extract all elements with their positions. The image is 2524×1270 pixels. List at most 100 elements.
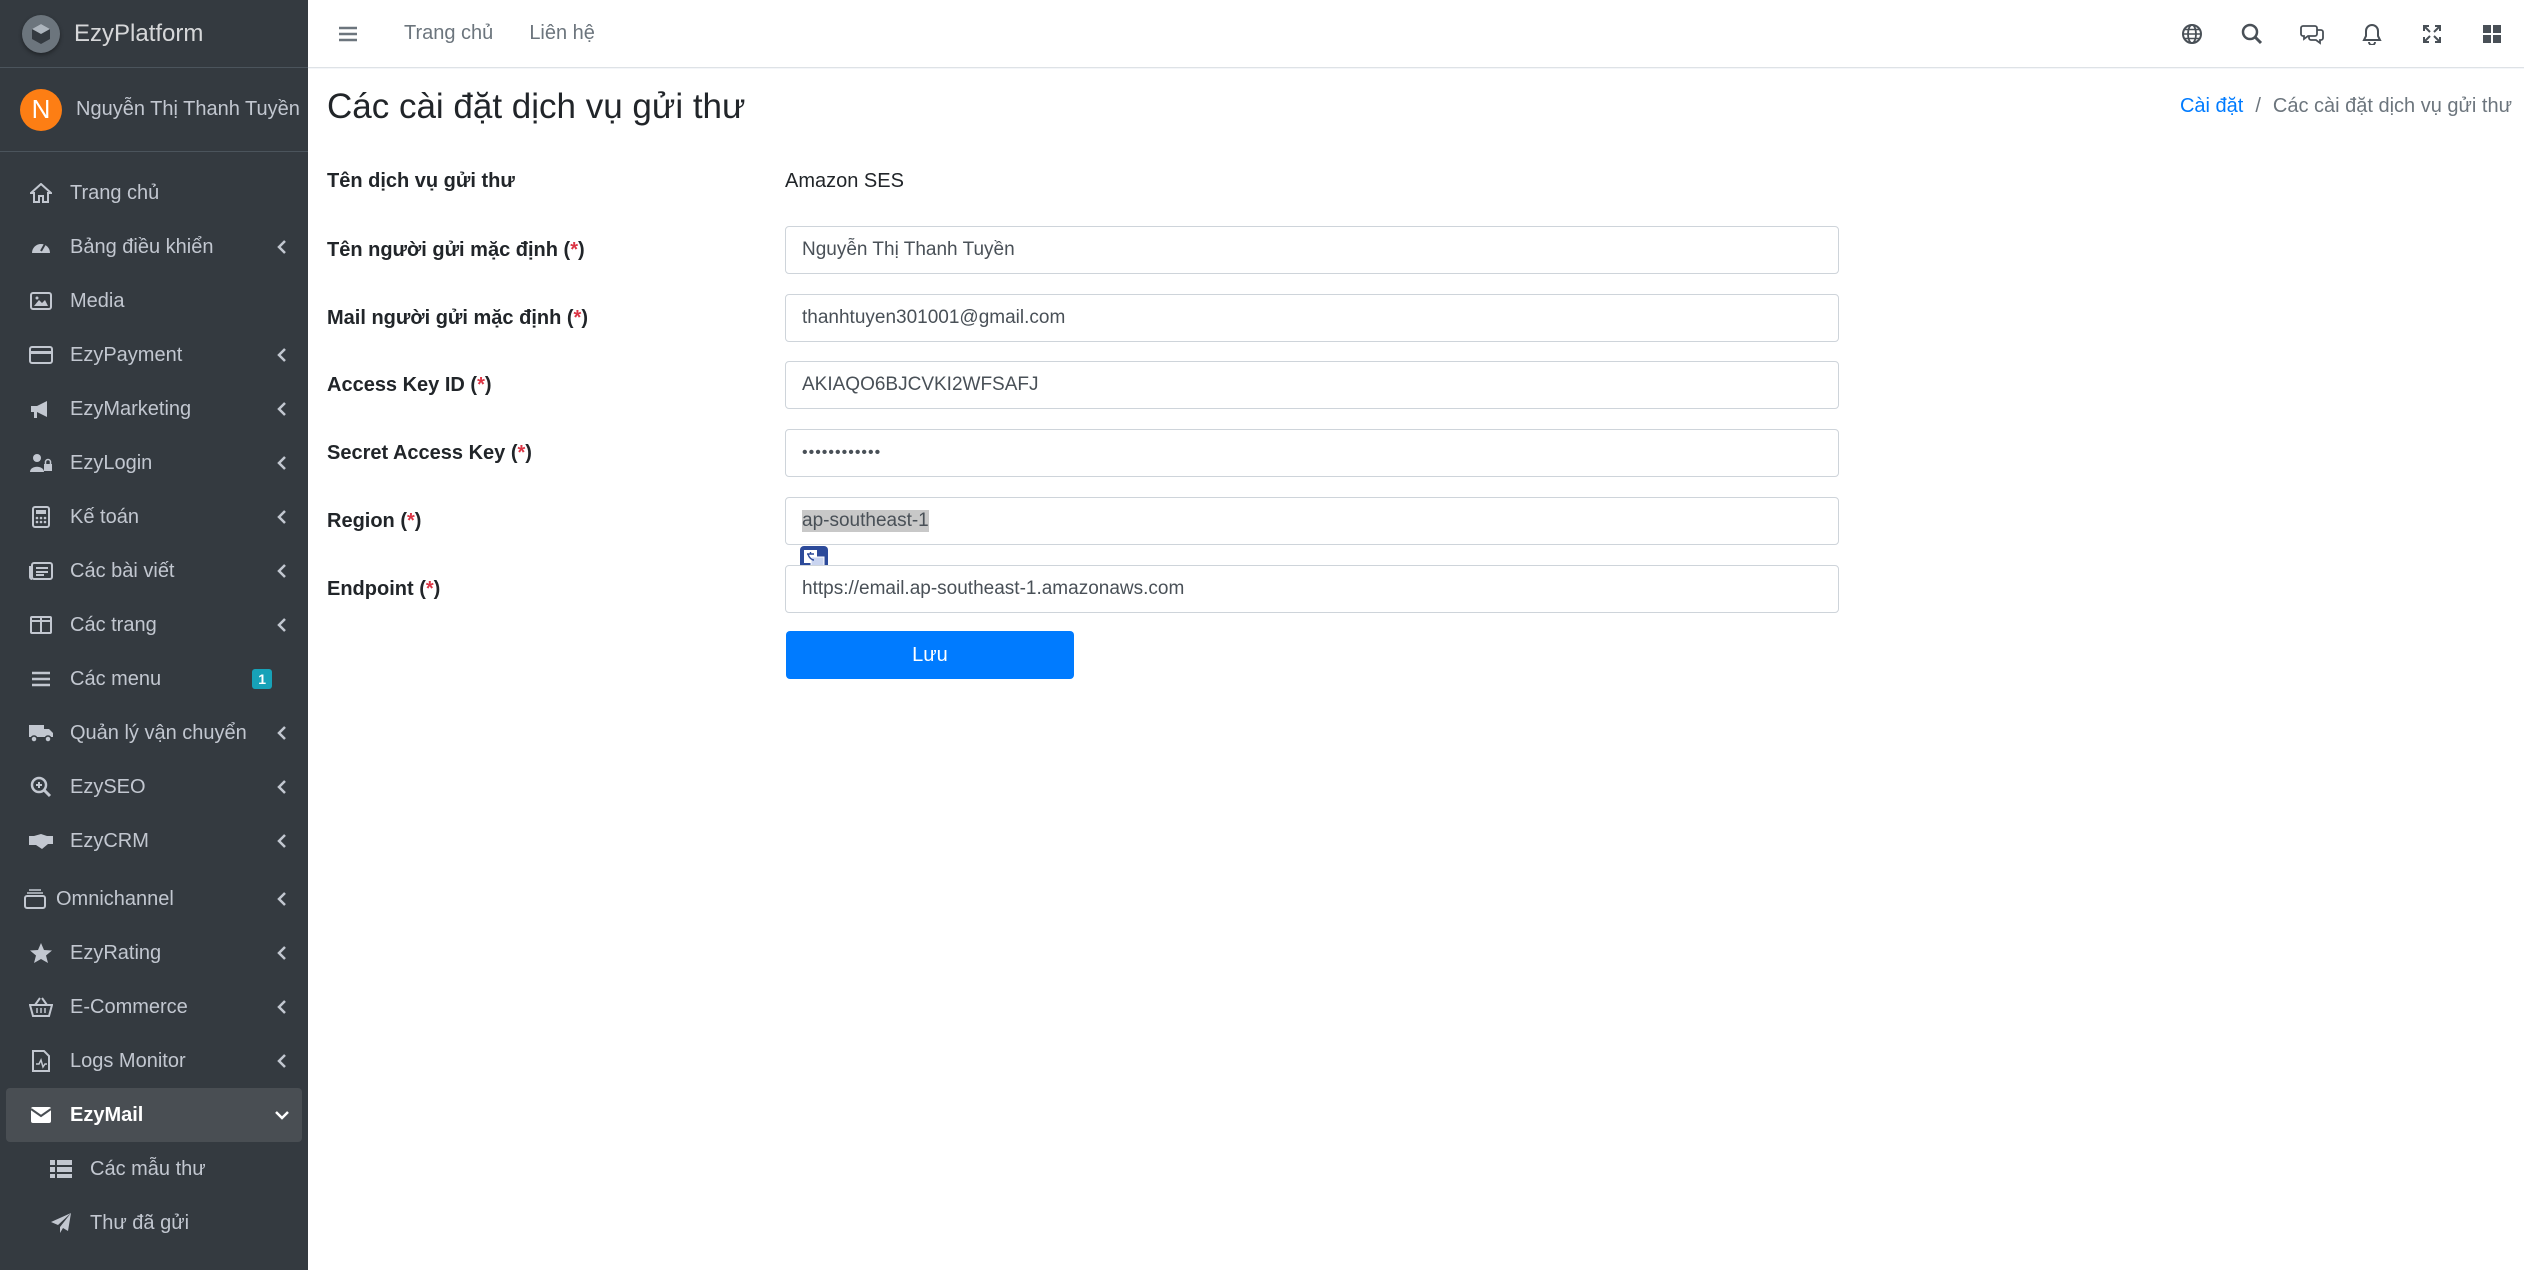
sidebar-item-ezyseo[interactable]: EzySEO bbox=[6, 760, 302, 814]
newspaper-icon bbox=[28, 558, 54, 584]
sidebar-item-ezymail[interactable]: EzyMail bbox=[6, 1088, 302, 1142]
service-value: Amazon SES bbox=[785, 169, 904, 192]
credit-card-icon bbox=[28, 342, 54, 368]
table-icon bbox=[48, 1156, 74, 1182]
sidebar-item-e-commerce[interactable]: E-Commerce bbox=[6, 980, 302, 1034]
endpoint-label: Endpoint (*) bbox=[327, 577, 441, 600]
bars-icon bbox=[28, 666, 54, 692]
secret-key-label: Secret Access Key (*) bbox=[327, 441, 532, 464]
sidebar-item-quan-ly-van-chuyen[interactable]: Quản lý vận chuyển bbox=[6, 706, 302, 760]
sidebar: EzyPlatform N Nguyễn Thị Thanh Tuyền Tra… bbox=[0, 0, 308, 1270]
file-medical-icon bbox=[28, 1048, 54, 1074]
chevron-left-icon bbox=[262, 780, 302, 794]
top-link-trang-chu[interactable]: Trang chủ bbox=[404, 22, 493, 45]
sidebar-nav: Trang chủ Bảng điều khiển Media EzyPayme… bbox=[0, 152, 308, 1250]
paper-plane-icon bbox=[48, 1210, 74, 1236]
sidebar-item-label: Kế toán bbox=[70, 505, 139, 528]
sidebar-item-cac-trang[interactable]: Các trang bbox=[6, 598, 302, 652]
brand-name: EzyPlatform bbox=[74, 19, 204, 47]
dashboard-icon bbox=[28, 234, 54, 260]
form-row-service: Tên dịch vụ gửi thư Amazon SES bbox=[327, 158, 1857, 204]
sidebar-item-ezymarketing[interactable]: EzyMarketing bbox=[6, 382, 302, 436]
form-row-region: Region (*) ap-southeast-1 bbox=[327, 497, 1857, 545]
sidebar-item-thu-da-gui[interactable]: Thư đã gửi bbox=[6, 1196, 302, 1250]
sidebar-item-trang-chu[interactable]: Trang chủ bbox=[6, 166, 302, 220]
chevron-left-icon bbox=[262, 618, 302, 632]
sidebar-item-label: EzyCRM bbox=[70, 829, 149, 852]
grid-apps-icon[interactable] bbox=[2480, 22, 2504, 46]
secret-key-input[interactable]: •••••••••••• bbox=[785, 429, 1839, 477]
sidebar-item-label: Các trang bbox=[70, 613, 157, 636]
sidebar-item-label: Các bài viết bbox=[70, 559, 175, 582]
form-row-secret-key: Secret Access Key (*) •••••••••••• bbox=[327, 429, 1857, 477]
sidebar-item-label: EzyRating bbox=[70, 941, 162, 964]
top-link-lien-he[interactable]: Liên hệ bbox=[529, 22, 595, 45]
avatar: N bbox=[20, 88, 62, 131]
top-navbar: Trang chủ Liên hệ bbox=[308, 0, 2524, 68]
breadcrumb: Cài đặt / Các cài đặt dịch vụ gửi thư bbox=[2180, 95, 2512, 118]
megaphone-icon bbox=[28, 396, 54, 422]
access-key-input[interactable]: AKIAQO6BJCVKI2WFSAFJ bbox=[785, 361, 1839, 409]
fullscreen-icon[interactable] bbox=[2420, 22, 2444, 46]
chevron-left-icon bbox=[262, 348, 302, 362]
sender-name-input[interactable]: Nguyễn Thị Thanh Tuyền bbox=[785, 226, 1839, 274]
form-row-access-key: Access Key ID (*) AKIAQO6BJCVKI2WFSAFJ bbox=[327, 361, 1857, 409]
sidebar-item-ezyrating[interactable]: EzyRating bbox=[6, 926, 302, 980]
search-icon[interactable] bbox=[2240, 22, 2264, 46]
chevron-left-icon bbox=[262, 510, 302, 524]
user-panel[interactable]: N Nguyễn Thị Thanh Tuyền bbox=[0, 68, 308, 152]
sidebar-item-label: EzyLogin bbox=[70, 451, 153, 474]
sidebar-item-label: Media bbox=[70, 289, 125, 312]
sidebar-item-label: EzySEO bbox=[70, 775, 146, 798]
chevron-down-icon bbox=[262, 1110, 302, 1120]
user-lock-icon bbox=[28, 450, 54, 476]
sidebar-item-cac-menu[interactable]: Các menu 1 bbox=[6, 652, 302, 706]
breadcrumb-current: Các cài đặt dịch vụ gửi thư bbox=[2272, 95, 2512, 117]
sidebar-item-cac-mau-thu[interactable]: Các mẫu thư bbox=[6, 1142, 302, 1196]
chat-icon[interactable] bbox=[2300, 22, 2324, 46]
envelope-icon bbox=[28, 1102, 54, 1128]
form-row-endpoint: Endpoint (*) https://email.ap-southeast-… bbox=[327, 565, 1857, 613]
chevron-left-icon bbox=[262, 946, 302, 960]
sidebar-item-ezypayment[interactable]: EzyPayment bbox=[6, 328, 302, 382]
bell-icon[interactable] bbox=[2360, 22, 2384, 46]
columns-icon bbox=[28, 612, 54, 638]
sidebar-item-label: Các mẫu thư bbox=[90, 1157, 206, 1180]
region-label: Region (*) bbox=[327, 509, 422, 532]
sidebar-item-ke-toan[interactable]: Kế toán bbox=[6, 490, 302, 544]
chevron-left-icon bbox=[262, 402, 302, 416]
form-row-sender-name: Tên người gửi mặc định (*) Nguyễn Thị Th… bbox=[327, 226, 1857, 274]
sidebar-item-bang-dieu-khien[interactable]: Bảng điều khiển bbox=[6, 220, 302, 274]
breadcrumb-link-cai-dat[interactable]: Cài đặt bbox=[2180, 95, 2243, 117]
user-name[interactable]: Nguyễn Thị Thanh Tuyền bbox=[76, 98, 300, 121]
chevron-left-icon bbox=[262, 564, 302, 578]
sender-name-label: Tên người gửi mặc định (*) bbox=[327, 238, 585, 261]
home-icon bbox=[28, 180, 54, 206]
top-icons bbox=[2180, 0, 2524, 68]
page-title: Các cài đặt dịch vụ gửi thư bbox=[327, 87, 746, 126]
truck-icon bbox=[28, 720, 54, 746]
sidebar-item-label: Omnichannel bbox=[56, 887, 174, 910]
region-input[interactable]: ap-southeast-1 bbox=[785, 497, 1839, 545]
hamburger-menu-icon[interactable] bbox=[334, 20, 362, 48]
brand-link[interactable]: EzyPlatform bbox=[0, 0, 308, 68]
sidebar-item-cac-bai-viet[interactable]: Các bài viết bbox=[6, 544, 302, 598]
sidebar-item-media[interactable]: Media bbox=[6, 274, 302, 328]
sidebar-item-logs-monitor[interactable]: Logs Monitor bbox=[6, 1034, 302, 1088]
sidebar-item-label: Bảng điều khiển bbox=[70, 235, 214, 258]
endpoint-input[interactable]: https://email.ap-southeast-1.amazonaws.c… bbox=[785, 565, 1839, 613]
sidebar-item-ezylogin[interactable]: EzyLogin bbox=[6, 436, 302, 490]
layers-icon bbox=[22, 886, 48, 912]
globe-icon[interactable] bbox=[2180, 22, 2204, 46]
calculator-icon bbox=[28, 504, 54, 530]
sidebar-item-label: EzyPayment bbox=[70, 343, 183, 366]
sidebar-item-omnichannel[interactable]: Omnichannel bbox=[6, 872, 302, 926]
image-icon bbox=[28, 288, 54, 314]
sidebar-item-ezycrm[interactable]: EzyCRM bbox=[6, 814, 302, 868]
sender-mail-input[interactable]: thanhtuyen301001@gmail.com bbox=[785, 294, 1839, 342]
content-area: Các cài đặt dịch vụ gửi thư Cài đặt / Các … bbox=[308, 69, 2524, 1270]
save-button[interactable]: Lưu bbox=[786, 631, 1074, 679]
sidebar-item-label: EzyMarketing bbox=[70, 397, 192, 420]
search-plus-icon bbox=[28, 774, 54, 800]
sidebar-item-label: Quản lý vận chuyển bbox=[70, 721, 247, 744]
